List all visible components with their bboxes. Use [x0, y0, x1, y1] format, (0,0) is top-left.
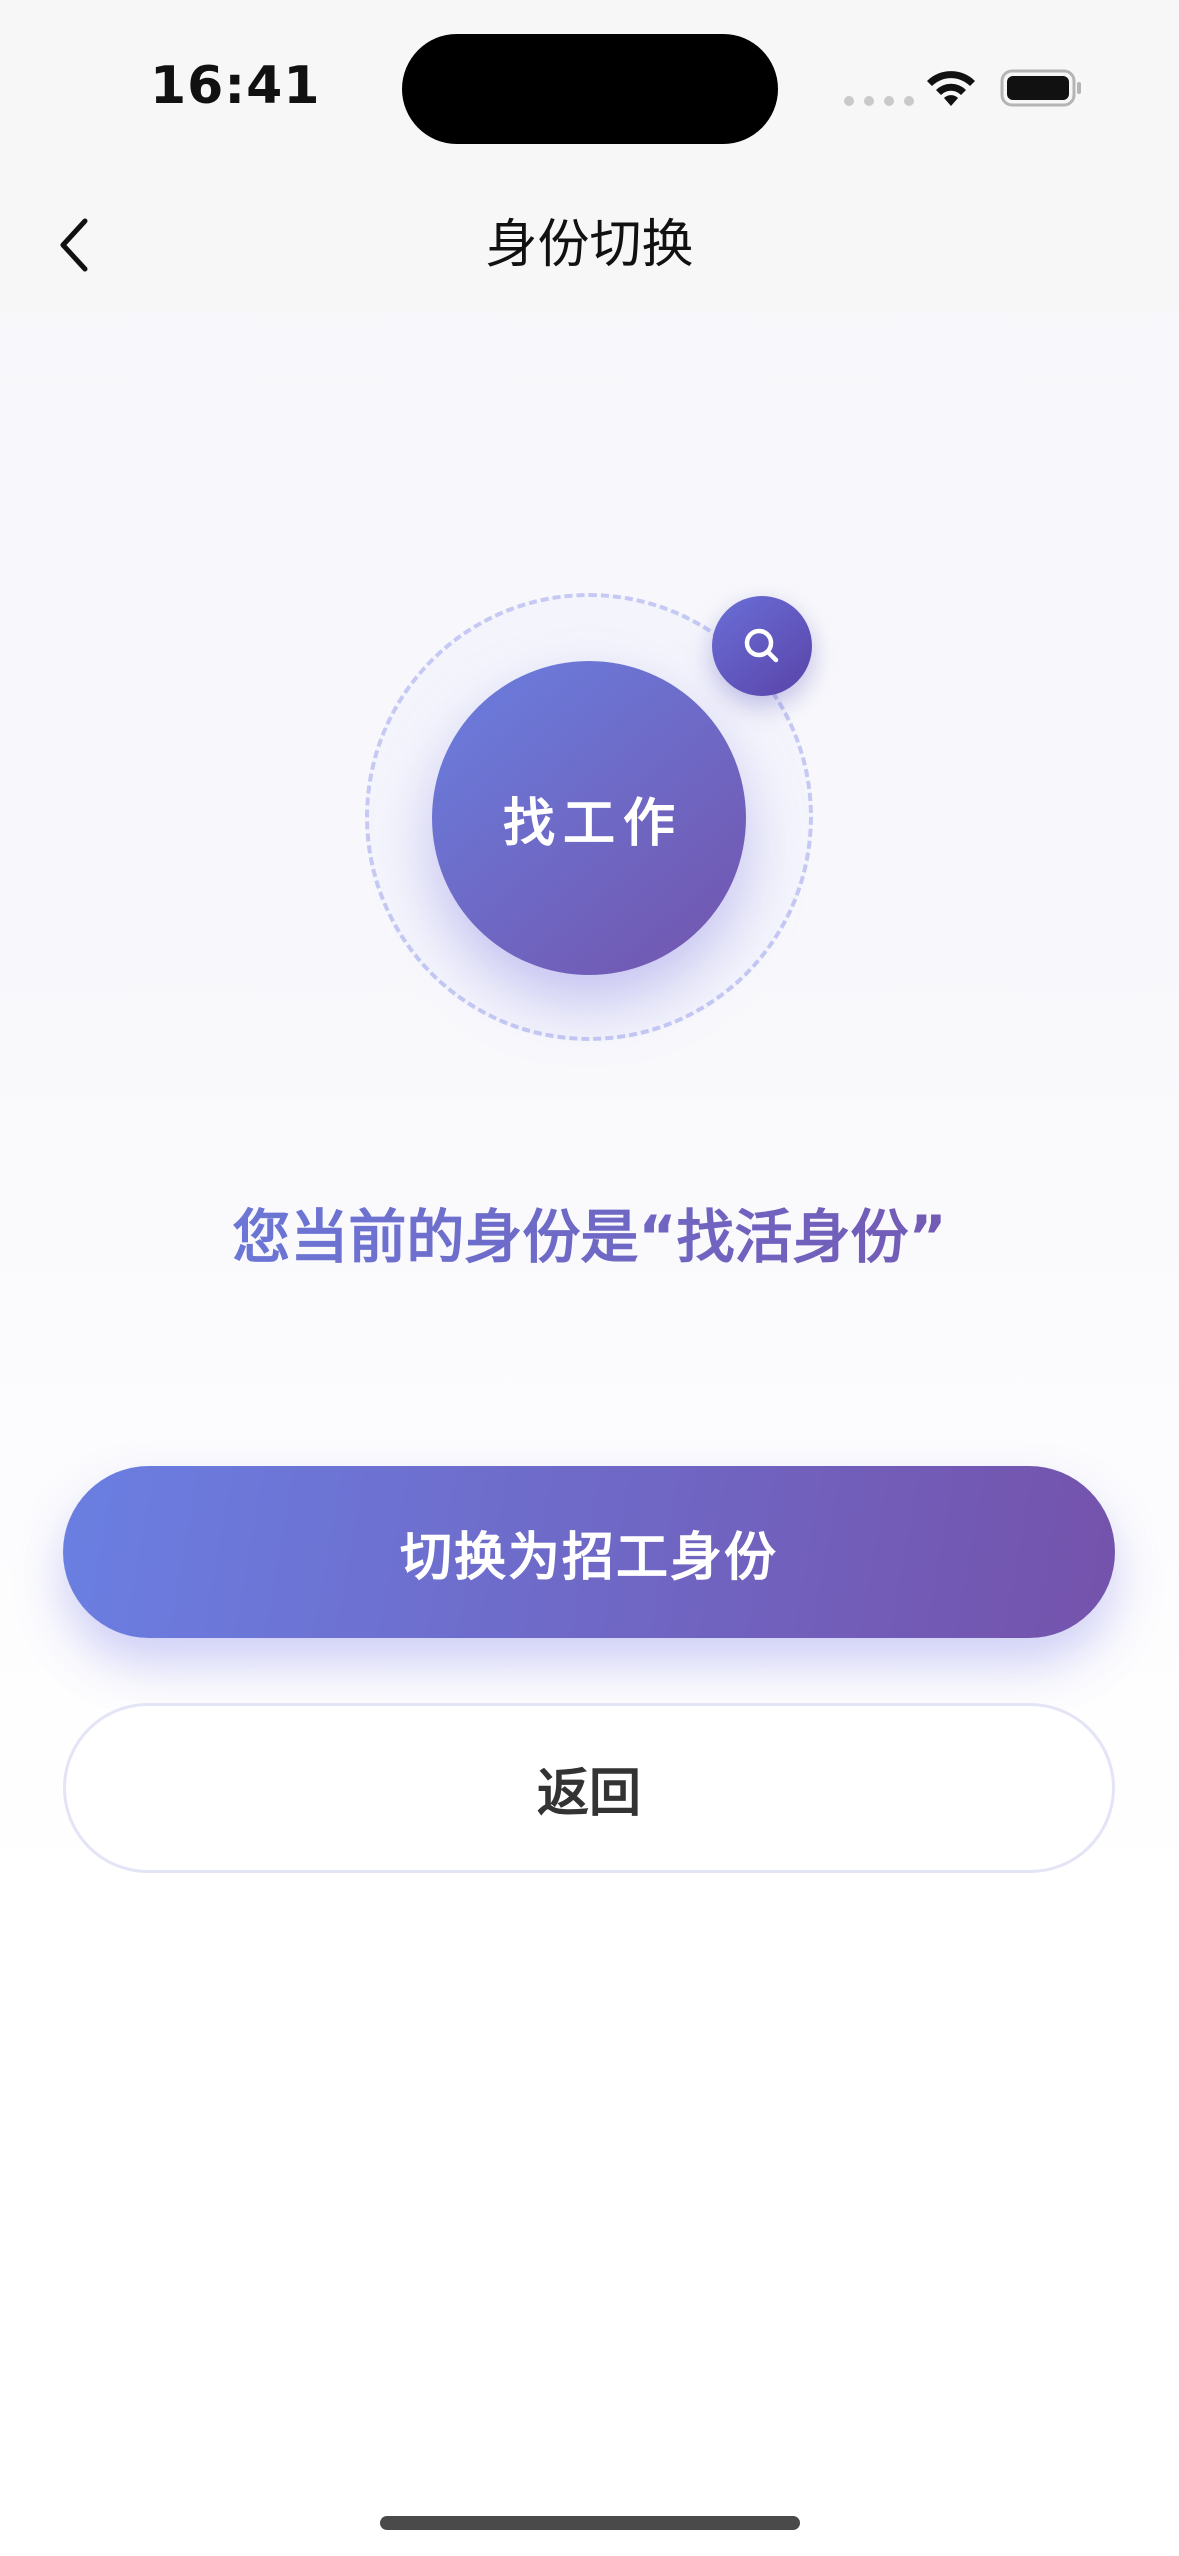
wifi-icon [927, 71, 975, 106]
home-indicator[interactable] [380, 2516, 800, 2530]
navigation-bar: 身份切换 [0, 180, 1179, 310]
return-button[interactable]: 返回 [63, 1703, 1115, 1873]
dynamic-island [402, 34, 778, 144]
identity-circle: 找工作 [432, 661, 746, 975]
battery-icon [1000, 69, 1081, 107]
chevron-left-icon [60, 218, 88, 272]
current-identity-text: 您当前的身份是“找活身份” [0, 1190, 1179, 1274]
back-button[interactable] [30, 200, 120, 290]
switch-identity-button[interactable]: 切换为招工身份 [63, 1466, 1115, 1638]
identity-circle-label: 找工作 [502, 793, 683, 854]
page-title: 身份切换 [485, 215, 694, 275]
search-badge [712, 596, 812, 696]
page-background [0, 0, 1179, 2556]
status-bar: 16:41 [0, 0, 1179, 180]
cellular-signal-icon [844, 96, 914, 106]
search-icon [744, 628, 779, 663]
status-time: 16:41 [150, 56, 321, 116]
